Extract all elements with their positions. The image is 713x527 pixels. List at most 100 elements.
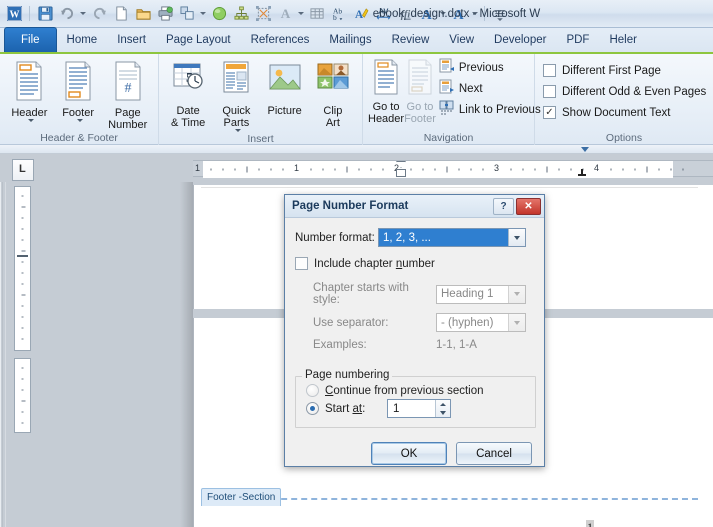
different-first-page-checkbox[interactable]: Different First Page bbox=[543, 60, 661, 81]
tab-file[interactable]: File bbox=[4, 27, 57, 52]
svg-text:b: b bbox=[332, 13, 336, 21]
ok-button[interactable]: OK bbox=[371, 442, 447, 465]
crop-marks-icon[interactable] bbox=[253, 4, 273, 24]
footer-button-label: Footer bbox=[62, 107, 94, 119]
table-icon[interactable] bbox=[307, 4, 327, 24]
page-top-rule bbox=[201, 187, 698, 188]
tab-page-layout[interactable]: Page Layout bbox=[156, 28, 241, 52]
checkbox-icon-show-document-text: ✓ bbox=[543, 106, 556, 119]
page-number-button[interactable]: # Page Number bbox=[102, 58, 153, 131]
go-to-header-button-label: Go to Header bbox=[368, 101, 405, 125]
undo-icon[interactable] bbox=[57, 4, 77, 24]
number-format-combobox[interactable]: 1, 2, 3, ... bbox=[378, 228, 526, 247]
chevron-down-icon-chapter-style bbox=[508, 285, 525, 303]
start-at-spinner[interactable]: 1 bbox=[387, 399, 451, 418]
page-left-shadow bbox=[180, 182, 193, 527]
text-highlight-icon[interactable]: A bbox=[351, 4, 371, 24]
dialog-help-button[interactable]: ? bbox=[493, 197, 514, 215]
font-grow-dropdown-icon[interactable] bbox=[297, 4, 305, 24]
arrange-dropdown-icon[interactable] bbox=[199, 4, 207, 24]
tab-stop-selector-button[interactable] bbox=[12, 159, 34, 181]
tab-review[interactable]: Review bbox=[382, 28, 440, 52]
page-number-field[interactable]: 1 bbox=[586, 520, 594, 527]
new-document-icon[interactable] bbox=[111, 4, 131, 24]
horizontal-ruler[interactable]: 1 1 2 3 4 bbox=[193, 160, 713, 178]
tab-references[interactable]: References bbox=[241, 28, 320, 52]
examples-row: Examples: 1-1, 1-A bbox=[295, 339, 534, 351]
start-at-radio-row[interactable]: Start at: 1 bbox=[306, 399, 535, 418]
header-dropdown-icon[interactable] bbox=[27, 119, 34, 122]
edge-bar-1 bbox=[0, 182, 1, 527]
spinner-up-icon[interactable] bbox=[436, 400, 450, 409]
open-folder-icon[interactable] bbox=[133, 4, 153, 24]
header-button[interactable]: Header bbox=[5, 58, 54, 124]
next-button[interactable]: Next bbox=[436, 78, 544, 99]
tab-heler[interactable]: Heler bbox=[599, 28, 646, 52]
font-color-icon[interactable]: A bbox=[417, 4, 437, 24]
show-document-text-checkbox[interactable]: ✓ Show Document Text bbox=[543, 102, 670, 123]
footer-button[interactable]: Footer bbox=[54, 58, 103, 124]
dialog-close-button[interactable]: ✕ bbox=[516, 197, 541, 215]
font-grow-icon[interactable]: A bbox=[275, 4, 295, 24]
quick-parts-icon bbox=[219, 61, 253, 102]
undo-dropdown-icon[interactable] bbox=[79, 4, 87, 24]
link-to-previous-button[interactable]: Link to Previous bbox=[436, 99, 544, 120]
chapter-style-combobox: Heading 1 bbox=[436, 284, 526, 304]
dialog-title-bar: Page Number Format ? ✕ bbox=[285, 195, 544, 218]
organization-chart-icon[interactable] bbox=[231, 4, 251, 24]
collapse-ribbon-icon[interactable] bbox=[579, 145, 591, 154]
ruler-band bbox=[0, 145, 713, 154]
customize-quick-access-toolbar-icon[interactable] bbox=[490, 4, 510, 24]
tab-developer[interactable]: Developer bbox=[484, 28, 556, 52]
qat-divider bbox=[29, 6, 30, 21]
quick-parts-button-label: Quick Parts bbox=[222, 105, 251, 129]
tab-mailings[interactable]: Mailings bbox=[319, 28, 381, 52]
previous-button[interactable]: Previous bbox=[436, 57, 544, 78]
green-sphere-icon[interactable] bbox=[209, 4, 229, 24]
continue-from-previous-radio-row[interactable]: Continue from previous section bbox=[306, 384, 535, 397]
go-to-header-button[interactable]: Go to Header bbox=[368, 56, 404, 125]
svg-text:A: A bbox=[280, 6, 290, 21]
footer-dropdown-icon[interactable] bbox=[76, 119, 83, 122]
date-time-button[interactable]: 5 Date & Time bbox=[164, 58, 212, 129]
previous-button-label: Previous bbox=[458, 61, 504, 74]
qat-divider-2 bbox=[484, 6, 485, 21]
tab-insert[interactable]: Insert bbox=[107, 28, 156, 52]
word-logo-icon[interactable]: W bbox=[4, 4, 24, 24]
chevron-down-icon-number-format[interactable] bbox=[508, 229, 525, 246]
start-at-value[interactable]: 1 bbox=[388, 400, 435, 417]
text-effects-icon[interactable]: ffi bbox=[395, 4, 415, 24]
quick-parts-button[interactable]: Quick Parts bbox=[212, 58, 260, 132]
different-odd-even-checkbox[interactable]: Different Odd & Even Pages bbox=[543, 81, 706, 102]
continue-from-previous-radio-icon bbox=[306, 384, 319, 397]
spinner-down-icon[interactable] bbox=[436, 409, 450, 418]
hanging-indent-marker[interactable] bbox=[396, 169, 406, 177]
vertical-ruler[interactable] bbox=[14, 186, 31, 476]
change-case-icon[interactable]: Ab b bbox=[329, 4, 349, 24]
font-color-2-dropdown-icon[interactable] bbox=[471, 4, 479, 24]
separator-row: Use separator: - (hyphen) bbox=[295, 313, 534, 332]
header-icon bbox=[12, 61, 46, 104]
tab-stop-marker[interactable] bbox=[578, 169, 586, 176]
font-color-2-icon[interactable]: A bbox=[449, 4, 469, 24]
include-chapter-row[interactable]: Include chapter number bbox=[295, 257, 534, 270]
picture-button[interactable]: Picture bbox=[261, 58, 309, 124]
tab-view[interactable]: View bbox=[439, 28, 484, 52]
separator-label: Use separator: bbox=[313, 316, 389, 329]
clip-art-button[interactable]: Clip Art bbox=[309, 58, 357, 129]
tab-home[interactable]: Home bbox=[57, 28, 108, 52]
save-icon[interactable] bbox=[35, 4, 55, 24]
chapter-style-label: Chapter starts with style: bbox=[313, 282, 409, 306]
start-at-spinner-buttons[interactable] bbox=[435, 400, 450, 417]
font-color-dropdown-icon[interactable] bbox=[439, 4, 447, 24]
chapter-style-row: Chapter starts with style: Heading 1 bbox=[295, 282, 534, 306]
go-to-footer-button-label: Go to Footer bbox=[404, 101, 436, 125]
page-numbering-legend: Page numbering bbox=[302, 369, 393, 381]
printer-icon[interactable] bbox=[155, 4, 175, 24]
ruler-number-0: 1 bbox=[195, 163, 201, 173]
tab-pdf[interactable]: PDF bbox=[556, 28, 599, 52]
arrange-icon[interactable] bbox=[177, 4, 197, 24]
cancel-button[interactable]: Cancel bbox=[456, 442, 532, 465]
redo-icon[interactable] bbox=[89, 4, 109, 24]
character-spacing-icon[interactable]: AV bbox=[373, 4, 393, 24]
